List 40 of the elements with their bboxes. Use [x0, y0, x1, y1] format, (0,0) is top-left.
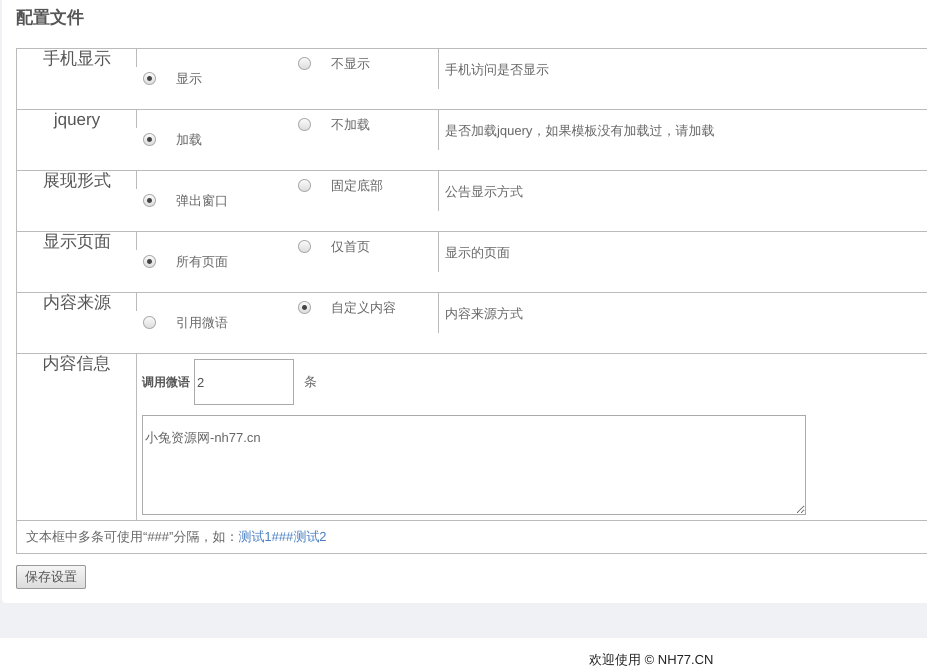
option-label: 自定义内容: [331, 300, 396, 316]
setting-description: 公告显示方式: [445, 184, 523, 200]
option-label: 加载: [176, 132, 202, 148]
radio-button[interactable]: [143, 133, 156, 146]
radio-button[interactable]: [298, 240, 311, 253]
setting-label: 展现形式: [43, 171, 111, 191]
example-text: 测试1###测试2: [238, 528, 327, 546]
option-label: 仅首页: [331, 239, 370, 255]
option-label: 引用微语: [176, 315, 228, 331]
hint-text: 文本框中多条可使用“###”分隔，如：: [26, 528, 238, 546]
radio-button[interactable]: [298, 57, 311, 70]
setting-description: 显示的页面: [445, 245, 510, 261]
field-label: 调用微语: [142, 374, 190, 391]
option-label: 不显示: [331, 56, 370, 72]
footer-text: 欢迎使用 © NH77.CN: [589, 652, 714, 667]
option-label: 不加载: [331, 117, 370, 133]
page-title: 配置文件: [16, 7, 84, 29]
radio-button[interactable]: [143, 255, 156, 268]
option-label: 固定底部: [331, 178, 383, 194]
setting-description: 是否加载jquery，如果模板没有加载过，请加载: [445, 123, 714, 139]
setting-label: 手机显示: [43, 49, 111, 69]
setting-label: jquery: [54, 110, 100, 130]
setting-description: 手机访问是否显示: [445, 62, 549, 78]
radio-button[interactable]: [143, 72, 156, 85]
setting-description: 内容来源方式: [445, 306, 523, 322]
option-label: 弹出窗口: [176, 193, 228, 209]
radio-button[interactable]: [298, 179, 311, 192]
unit-label: 条: [304, 373, 317, 392]
option-label: 所有页面: [176, 254, 228, 270]
setting-label: 内容来源: [43, 293, 111, 313]
radio-button[interactable]: [298, 301, 311, 314]
setting-label: 显示页面: [43, 232, 111, 252]
count-input[interactable]: 2: [194, 359, 294, 405]
option-label: 显示: [176, 71, 202, 87]
save-button[interactable]: 保存设置: [16, 565, 86, 589]
radio-button[interactable]: [143, 194, 156, 207]
content-textarea[interactable]: 小兔资源网-nh77.cn: [142, 415, 806, 515]
setting-label: 内容信息: [42, 354, 110, 374]
radio-button[interactable]: [298, 118, 311, 131]
radio-button[interactable]: [143, 316, 156, 329]
